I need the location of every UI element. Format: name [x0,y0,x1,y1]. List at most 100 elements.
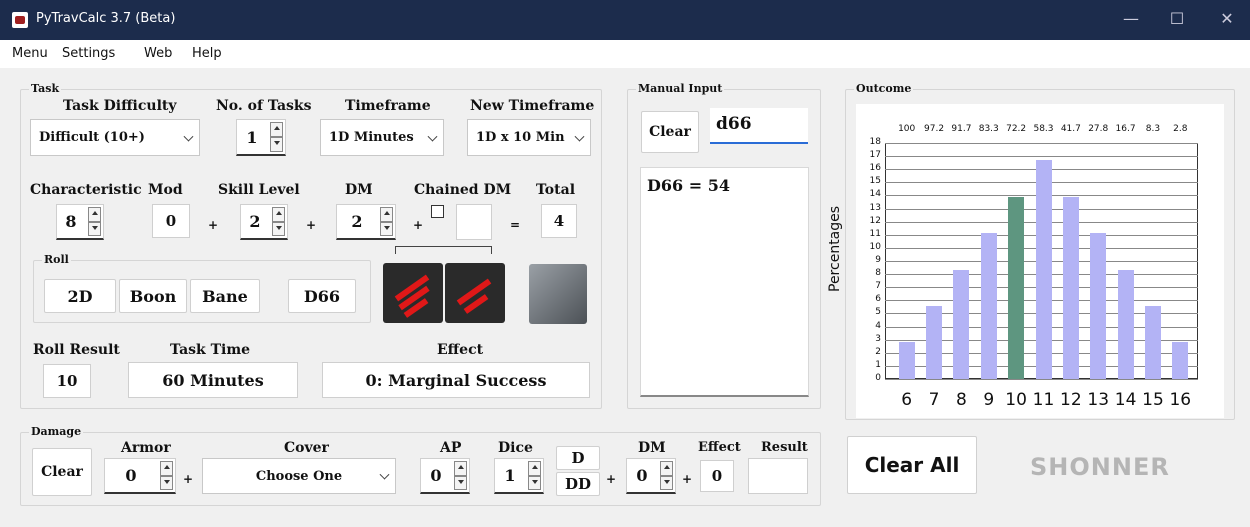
plus-sign: + [606,472,617,486]
skill-level-spinner[interactable]: 2 [240,204,288,240]
armor-spinner[interactable]: 0 [104,458,176,494]
menu-item-web[interactable]: Web [144,46,172,61]
menu-item-menu[interactable]: Menu [12,46,48,61]
chart-bar-11 [1035,160,1052,379]
chevron-down-icon [574,131,585,142]
y-tick-label: 14 [869,189,881,200]
chevron-down-icon [379,469,390,480]
dd-button[interactable]: DD [556,472,600,496]
y-tick-label: 10 [869,241,881,252]
chart-bar-13 [1090,233,1107,379]
spin-down-icon[interactable] [88,221,101,236]
x-tick-label: 12 [1060,390,1082,410]
outcome-title: Outcome [854,82,914,95]
clear-all-button[interactable]: Clear All [847,436,977,494]
plus-sign: + [413,218,424,232]
roll-group-title: Roll [42,253,71,266]
cover-select[interactable]: Choose One [202,458,396,494]
mod-label: Mod [148,182,183,198]
y-tick-label: 6 [875,294,881,305]
menu-item-settings[interactable]: Settings [62,46,115,61]
damage-dm-value: 0 [636,466,648,485]
grid-line [885,143,1198,144]
new-timeframe-select[interactable]: 1D x 10 Min [467,119,591,156]
mod-value: 0 [152,204,190,238]
manual-clear-button[interactable]: Clear [641,111,699,153]
minimize-button[interactable]: — [1108,0,1154,40]
x-tick-label: 6 [901,390,913,410]
spin-up-icon[interactable] [528,461,541,476]
characteristic-value: 8 [65,212,77,231]
spin-down-icon[interactable] [528,475,541,490]
d-button[interactable]: D [556,446,600,470]
roll-bane-button[interactable]: Bane [190,279,260,313]
chart-bar-12 [1062,196,1079,379]
dm-label: DM [345,182,373,198]
y-tick-label: 2 [875,346,881,357]
y-tick-label: 18 [869,137,881,147]
damage-effect-value: 0 [700,460,734,492]
spin-up-icon[interactable] [270,122,283,137]
task-time-value: 60 Minutes [128,362,298,398]
grid-line [885,379,1198,380]
new-timeframe-value: 1D x 10 Min [476,130,565,145]
chained-dm-checkbox[interactable] [431,205,444,218]
skill-level-label: Skill Level [218,182,300,198]
spin-down-icon[interactable] [270,137,283,152]
maximize-button[interactable]: ☐ [1154,0,1200,40]
num-tasks-spinner[interactable]: 1 [236,119,286,156]
cumulative-label: 91.7 [951,124,972,134]
window-title: PyTravCalc 3.7 (Beta) [36,11,176,26]
app-icon [12,12,28,28]
spin-up-icon[interactable] [454,461,467,476]
x-tick-label: 15 [1142,390,1164,410]
close-button[interactable]: ✕ [1204,0,1250,40]
roll-boon-button[interactable]: Boon [119,279,187,313]
y-tick-label: 7 [875,281,881,292]
spin-down-icon[interactable] [380,221,393,236]
spin-up-icon[interactable] [160,461,173,476]
spin-down-icon[interactable] [272,221,285,236]
ap-spinner[interactable]: 0 [420,458,470,494]
roll-2d-button[interactable]: 2D [44,279,116,313]
timeframe-select[interactable]: 1D Minutes [320,119,444,156]
spin-down-icon[interactable] [160,475,173,490]
cover-label: Cover [284,440,329,456]
manual-input-field[interactable]: d66 [710,108,808,144]
spin-up-icon[interactable] [380,207,393,222]
cumulative-label: 72.2 [1006,124,1027,134]
y-tick-label: 1 [875,359,881,370]
ap-value: 0 [430,466,442,485]
task-difficulty-select[interactable]: Difficult (10+) [30,119,200,156]
spin-up-icon[interactable] [660,461,673,476]
die-icon [383,263,443,323]
equals-sign: = [510,218,521,232]
damage-title: Damage [29,425,84,438]
chained-dm-label: Chained DM [414,182,512,198]
spin-up-icon[interactable] [88,207,101,222]
chained-dm-value [456,204,492,240]
roll-d66-button[interactable]: D66 [288,279,356,313]
characteristic-spinner[interactable]: 8 [56,204,104,240]
x-tick-label: 16 [1169,390,1192,410]
menu-item-help[interactable]: Help [192,46,222,61]
x-tick-label: 9 [983,390,995,410]
y-tick-label: 5 [875,307,881,318]
spin-down-icon[interactable] [454,475,467,490]
damage-dm-spinner[interactable]: 0 [626,458,676,494]
y-tick-label: 15 [869,176,881,187]
num-tasks-label: No. of Tasks [216,98,312,114]
y-tick-label: 4 [875,320,881,331]
dice-spinner[interactable]: 1 [494,458,544,494]
spin-down-icon[interactable] [660,475,673,490]
dm-spinner[interactable]: 2 [336,204,396,240]
chart-bar-14 [1117,270,1134,379]
manual-output-area[interactable]: D66 = 54 [640,167,809,397]
dice-bracket [395,246,492,254]
damage-clear-button[interactable]: Clear [32,448,92,496]
timeframe-label: Timeframe [345,98,431,114]
spin-up-icon[interactable] [272,207,285,222]
plus-sign: + [682,472,693,486]
y-tick-label: 13 [869,202,881,213]
chart-bar-6 [898,342,915,379]
